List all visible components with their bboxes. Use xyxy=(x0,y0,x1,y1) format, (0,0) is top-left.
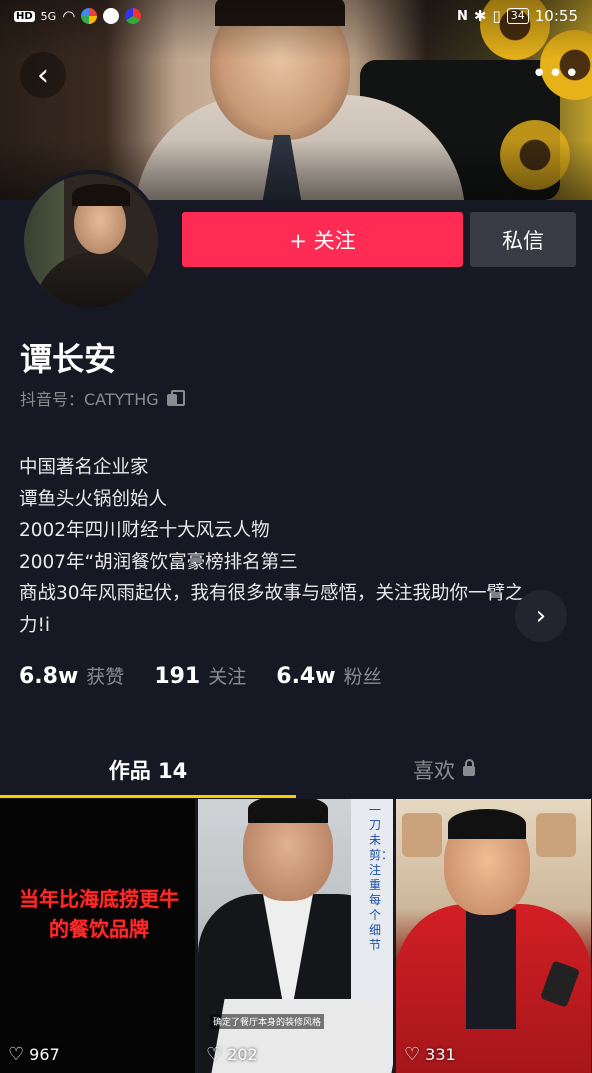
more-dots-icon: ••• xyxy=(531,59,581,89)
heart-icon: ♡ xyxy=(404,1044,421,1065)
vibrate-icon: ▯ xyxy=(492,7,501,25)
lock-icon xyxy=(463,759,475,776)
douyin-id-text: 抖音号：CATYTHG xyxy=(20,390,159,409)
video-like-count: 967 xyxy=(29,1045,60,1064)
chevron-right-icon: › xyxy=(535,601,547,631)
status-bar: HD 5G ◠ N ✱ ▯ 34 10:55 xyxy=(0,0,592,32)
video-thumbnail[interactable]: 当年比海底捞更牛的餐饮品牌 ♡ 967 xyxy=(0,799,195,1073)
avatar[interactable] xyxy=(20,170,162,312)
tab-likes-label: 喜欢 xyxy=(413,759,455,783)
video-likes: ♡ 967 xyxy=(8,1044,60,1065)
tab-likes[interactable]: 喜欢 xyxy=(296,742,592,798)
tab-works-label: 作品 14 xyxy=(108,759,188,783)
heart-icon: ♡ xyxy=(8,1044,25,1065)
following-count: 191 xyxy=(154,664,201,689)
profile-stats: 6.8w 获赞 191 关注 6.4w 粉丝 xyxy=(19,662,412,689)
following-stat[interactable]: 191 关注 xyxy=(154,662,246,689)
likes-label: 获赞 xyxy=(86,666,125,688)
video-thumbnail[interactable]: 一刀未剪：注重每个细节 确定了餐厅本身的装修风格 ♡ 202 xyxy=(198,799,393,1073)
app-notification-icon xyxy=(81,8,98,24)
heart-icon: ♡ xyxy=(206,1044,223,1065)
back-button[interactable]: ‹ xyxy=(20,52,66,98)
copy-icon[interactable] xyxy=(166,390,185,406)
video-likes: ♡ 202 xyxy=(206,1044,258,1065)
bluetooth-icon: ✱ xyxy=(473,7,487,25)
wechat-icon xyxy=(103,8,120,24)
video-likes: ♡ 331 xyxy=(404,1044,456,1065)
signal-icon: 5G xyxy=(40,9,57,23)
battery-icon: 34 xyxy=(506,8,529,24)
bio-line: 谭鱼头火锅创始人 xyxy=(19,488,168,510)
expand-bio-button[interactable]: › xyxy=(515,590,567,642)
app-notification-icon-2 xyxy=(125,8,142,24)
video-side-caption: 一刀未剪：注重每个细节 xyxy=(351,799,393,999)
bio-line: 2002年四川财经十大风云人物 xyxy=(19,520,270,541)
video-caption: 当年比海底捞更牛的餐饮品牌 xyxy=(19,887,179,941)
message-button[interactable]: 私信 xyxy=(470,212,576,267)
fans-count: 6.4w xyxy=(276,664,336,689)
video-like-count: 331 xyxy=(425,1045,456,1064)
bio-line: 中国著名企业家 xyxy=(19,457,149,478)
fans-label: 粉丝 xyxy=(343,666,382,688)
video-grid: 当年比海底捞更牛的餐饮品牌 ♡ 967 一刀未剪：注重每个细节 确定了餐厅本身的… xyxy=(0,799,592,1073)
video-like-count: 202 xyxy=(227,1045,258,1064)
more-button[interactable]: ••• xyxy=(532,56,580,92)
following-label: 关注 xyxy=(208,666,247,688)
chevron-left-icon: ‹ xyxy=(37,57,49,93)
video-caption: 一刀未剪：注重每个细节 xyxy=(369,803,393,952)
fans-stat[interactable]: 6.4w 粉丝 xyxy=(276,662,381,689)
clock: 10:55 xyxy=(534,7,578,25)
nfc-icon: N xyxy=(457,8,468,24)
profile-name: 谭长安 xyxy=(20,340,117,378)
hd-badge: HD xyxy=(14,10,35,22)
douyin-id: 抖音号：CATYTHG xyxy=(20,386,185,410)
profile-bio: 中国著名企业家 谭鱼头火锅创始人 2002年四川财经十大风云人物 2007年“胡… xyxy=(19,452,539,641)
video-subtitle: 确定了餐厅本身的装修风格 xyxy=(210,1014,325,1029)
video-thumbnail[interactable]: ♡ 331 xyxy=(396,799,591,1073)
tab-works[interactable]: 作品 14 xyxy=(0,742,296,798)
bio-line: 商战30年风雨起伏，我有很多故事与感悟，关注我助你一臂之力!i xyxy=(19,583,524,636)
likes-stat[interactable]: 6.8w 获赞 xyxy=(19,662,124,689)
likes-count: 6.8w xyxy=(19,664,79,689)
bio-line: 2007年“胡润餐饮富豪榜排名第三 xyxy=(19,551,298,573)
follow-button[interactable]: + 关注 xyxy=(182,212,463,267)
content-tabs: 作品 14 喜欢 xyxy=(0,742,592,798)
wifi-icon: ◠ xyxy=(62,7,76,25)
